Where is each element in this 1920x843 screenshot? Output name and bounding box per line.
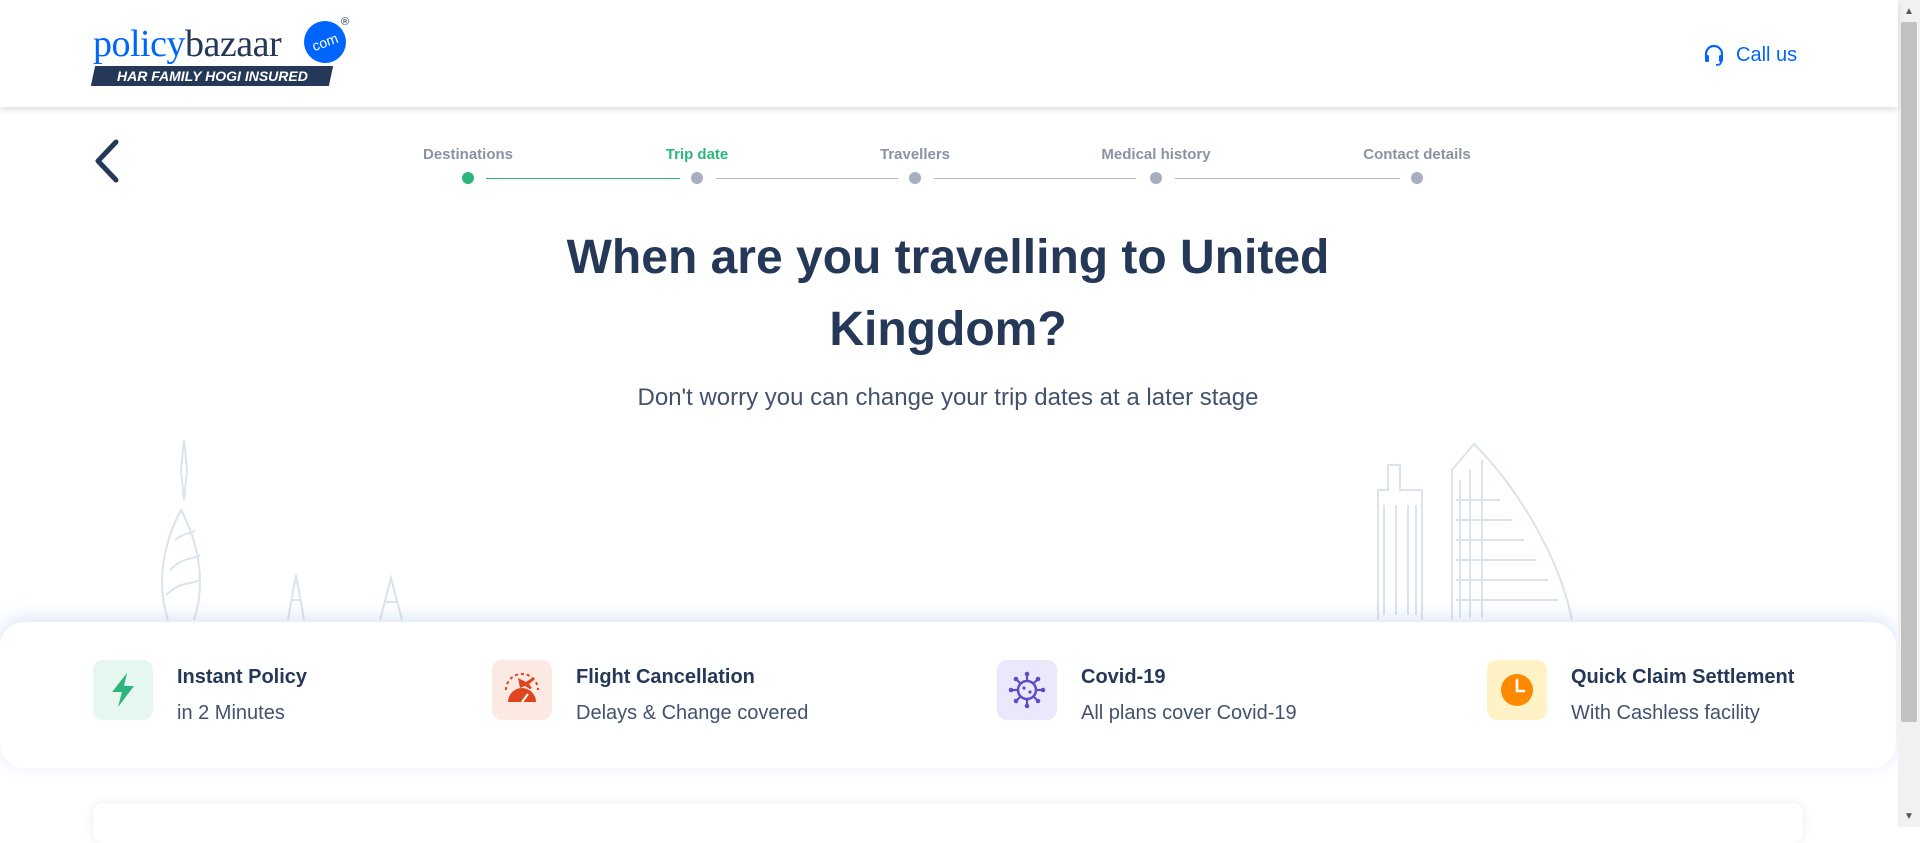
step-medical-history[interactable]: Medical history (1101, 146, 1210, 163)
page-subtitle: Don't worry you can change your trip dat… (637, 384, 1259, 411)
feature-icon-box (93, 660, 153, 720)
feature-title: Quick Claim Settlement (1571, 666, 1795, 688)
feature-title: Flight Cancellation (576, 666, 755, 688)
step-trip-date[interactable]: Trip date (666, 146, 729, 163)
logo-part-policy: policy (93, 23, 185, 65)
feature-flight-cancellation: Flight Cancellation Delays & Change cove… (492, 660, 808, 724)
feature-subtitle: in 2 Minutes (177, 702, 285, 724)
feature-quick-claim: Quick Claim Settlement With Cashless fac… (1487, 660, 1794, 724)
feature-subtitle: All plans cover Covid-19 (1081, 702, 1297, 724)
step-travellers[interactable]: Travellers (880, 146, 950, 163)
step-dot-destinations (462, 172, 474, 184)
feature-icon-box (1487, 660, 1547, 720)
step-connector (1175, 178, 1400, 179)
step-connector (486, 178, 680, 179)
logo-registered-mark: ® (341, 16, 350, 28)
vertical-scrollbar[interactable]: ▲ ▼ (1898, 0, 1920, 827)
step-contact-details[interactable]: Contact details (1363, 146, 1471, 163)
header: policybazaar com ® HAR FAMILY HOGI INSUR… (0, 0, 1898, 107)
page-title: When are you travelling to United Kingdo… (566, 231, 1330, 356)
flight-cancellation-icon (505, 673, 539, 703)
scroll-thumb[interactable] (1901, 22, 1917, 722)
virus-icon (1008, 671, 1046, 709)
step-connector (716, 178, 898, 179)
call-us-button[interactable]: Call us (1702, 40, 1797, 70)
feature-text: Flight Cancellation Delays & Change cove… (576, 660, 808, 726)
step-dot-medical-history (1150, 172, 1162, 184)
date-selection-card (93, 803, 1803, 843)
step-dot-travellers (909, 172, 921, 184)
feature-text: Quick Claim Settlement With Cashless fac… (1571, 660, 1794, 726)
feature-text: Covid-19 All plans cover Covid-19 (1081, 660, 1297, 726)
logo-tagline-text: HAR FAMILY HOGI INSURED (116, 68, 308, 84)
lightning-icon (112, 673, 134, 707)
scroll-up-arrow-icon[interactable]: ▲ (1898, 0, 1920, 22)
feature-title: Instant Policy (177, 666, 308, 688)
scroll-down-arrow-icon[interactable]: ▼ (1898, 805, 1920, 827)
feature-subtitle: Delays & Change covered (576, 702, 809, 724)
step-dot-trip-date (691, 172, 703, 184)
feature-instant-policy: Instant Policy in 2 Minutes (93, 660, 307, 724)
step-dot-contact-details (1411, 172, 1423, 184)
feature-title: Covid-19 (1081, 666, 1166, 688)
feature-icon-box (997, 660, 1057, 720)
skyline-illustration (161, 439, 1573, 621)
feature-subtitle: With Cashless facility (1571, 702, 1760, 724)
logo-part-bazaar: bazaar (184, 23, 282, 65)
call-us-label: Call us (1736, 43, 1798, 66)
logo-tagline: HAR FAMILY HOGI INSURED (90, 66, 334, 86)
policybazaar-logo[interactable]: policybazaar com ® HAR FAMILY HOGI INSUR… (90, 15, 353, 88)
feature-covid-19: Covid-19 All plans cover Covid-19 (997, 660, 1297, 724)
clock-icon (1501, 674, 1533, 706)
headset-icon (1704, 44, 1724, 66)
feature-text: Instant Policy in 2 Minutes (177, 660, 307, 726)
features-strip: Instant Policy in 2 Minutes Flight Cance… (0, 622, 1896, 768)
logo-wordmark: policybazaar (93, 22, 282, 66)
step-destinations[interactable]: Destinations (423, 146, 513, 163)
step-connector (934, 178, 1136, 179)
feature-icon-box (492, 660, 552, 720)
progress-stepper: Destinations Trip date Travellers Medica… (0, 140, 1898, 190)
